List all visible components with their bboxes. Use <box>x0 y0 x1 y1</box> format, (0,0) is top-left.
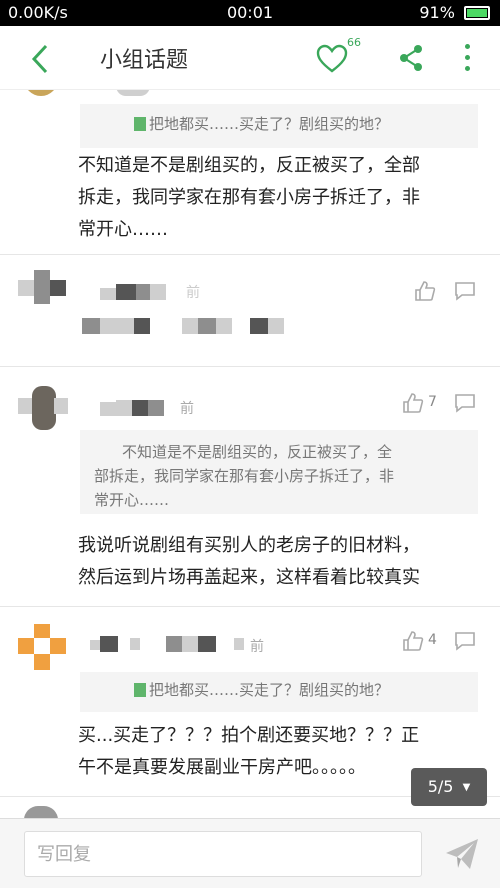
status-bar: 0.00K/s 00:01 91% <box>0 0 500 26</box>
comment-icon[interactable] <box>454 280 476 302</box>
like-count: 7 <box>428 394 437 410</box>
send-icon[interactable] <box>444 837 480 871</box>
post-time: 前 <box>250 639 264 655</box>
page-title: 小组话题 <box>100 48 189 73</box>
post-time: 前 <box>180 401 194 417</box>
reply-text: 不知道是不是剧组买的，反正被买了，全部 拆走，我同学家在那有套小房子拆迁了，非 … <box>78 155 420 240</box>
page-indicator-button[interactable]: 5/5 ▼ <box>411 768 487 806</box>
avatar <box>18 386 68 430</box>
reply-composer <box>0 818 500 888</box>
avatar <box>24 806 58 818</box>
thumbs-up-icon[interactable] <box>414 280 436 302</box>
thumbs-up-icon[interactable] <box>402 630 424 652</box>
thumbs-up-icon[interactable] <box>402 392 424 414</box>
comment-icon[interactable] <box>454 392 476 414</box>
battery-indicator: 91% <box>419 3 490 22</box>
quote-icon <box>134 683 146 697</box>
reply-text: 我说听说剧组有买别人的老房子的旧材料， 然后运到片场再盖起来，这样看着比较真实 <box>78 535 420 588</box>
like-count: 66 <box>347 36 361 49</box>
avatar <box>24 90 58 96</box>
comment-icon[interactable] <box>454 630 476 652</box>
reply-input[interactable] <box>24 831 422 877</box>
avatar <box>18 624 66 670</box>
battery-percent: 91% <box>419 3 455 22</box>
more-options-icon[interactable] <box>462 44 472 74</box>
reply-list[interactable]: 把地都买……买走了？剧组买的地？ 不知道是不是剧组买的，反正被买了，全部 拆走，… <box>0 90 500 818</box>
top-bar: 小组话题 66 <box>0 26 500 90</box>
quoted-reply: 把地都买……买走了？剧组买的地？ <box>80 672 478 712</box>
share-icon[interactable] <box>398 44 424 72</box>
triangle-down-icon: ▼ <box>462 782 471 793</box>
quoted-reply: 把地都买……买走了？剧组买的地？ <box>80 104 478 148</box>
quoted-reply: 不知道是不是剧组买的，反正被买了，全 部拆走，我同学家在那有套小房子拆迁了，非 … <box>80 430 478 514</box>
avatar <box>18 270 68 310</box>
avatar <box>116 90 150 96</box>
like-count: 4 <box>428 632 437 648</box>
back-arrow-icon[interactable] <box>28 42 54 76</box>
heart-icon[interactable] <box>316 44 348 74</box>
quote-icon <box>134 117 146 131</box>
battery-icon <box>464 6 490 20</box>
post-time: 前 <box>186 285 200 301</box>
